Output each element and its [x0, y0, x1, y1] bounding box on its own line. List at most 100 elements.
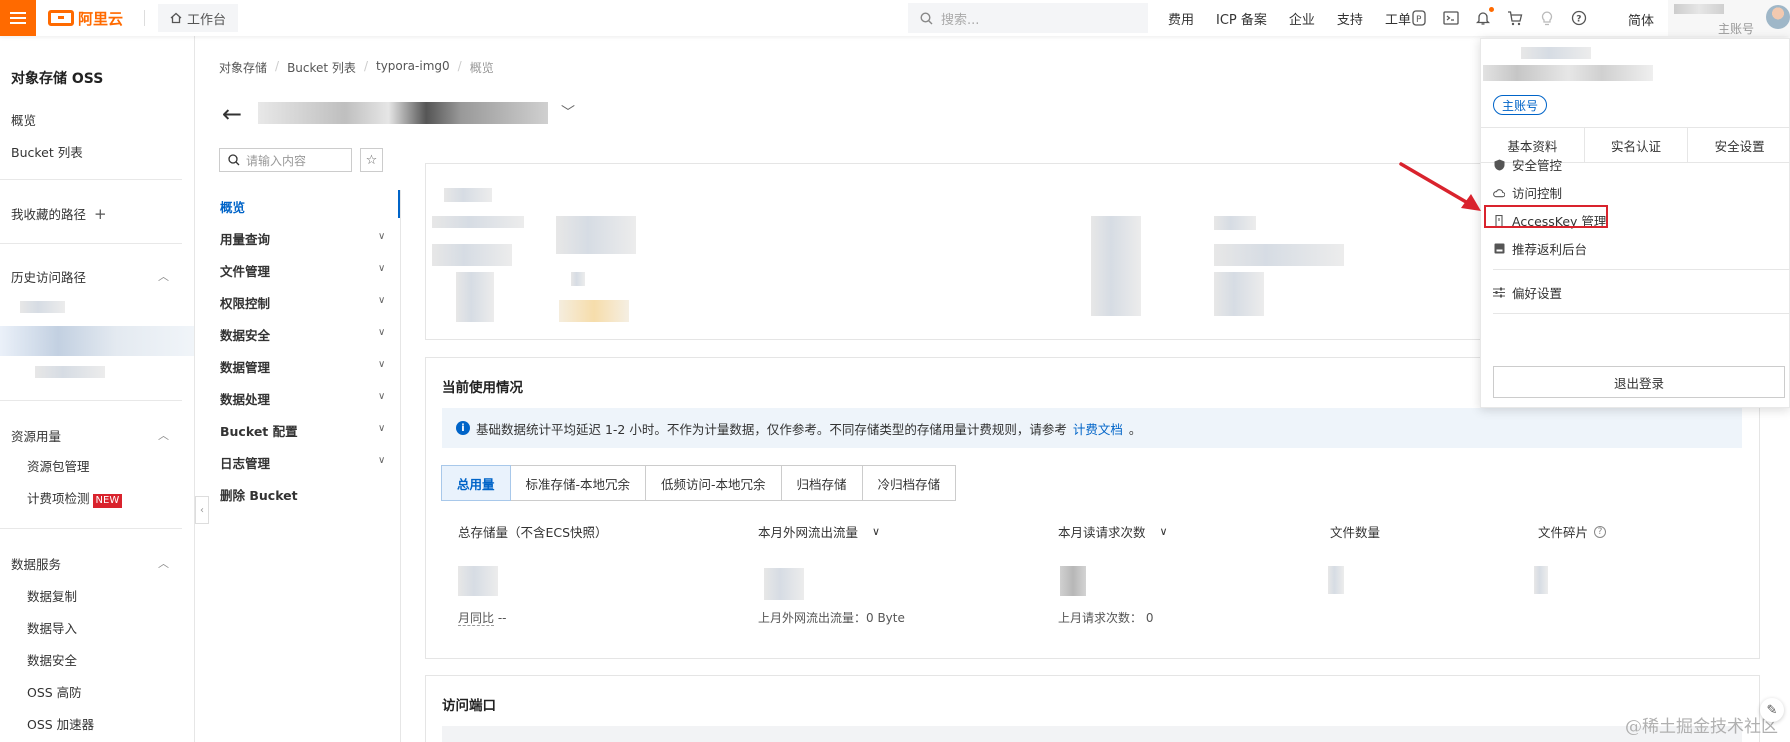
- nav-overview[interactable]: 概览: [11, 110, 36, 129]
- top-links: 费用 ICP 备案 企业 支持 工单: [1168, 0, 1433, 36]
- menu-overview[interactable]: 概览: [220, 197, 390, 216]
- home-icon: [170, 12, 182, 24]
- language-switch[interactable]: 简体: [1628, 10, 1654, 29]
- tab-real-name[interactable]: 实名认证: [1585, 128, 1689, 162]
- search-placeholder: 搜索...: [941, 12, 980, 28]
- menu-bucket-config[interactable]: Bucket 配置: [220, 421, 390, 440]
- mom-label[interactable]: 月同比: [458, 611, 495, 626]
- collapse-sidebar-button[interactable]: ‹: [195, 496, 209, 524]
- menu-log-management[interactable]: 日志管理: [220, 453, 390, 472]
- menu-preferences[interactable]: 偏好设置: [1493, 283, 1562, 302]
- bell-icon[interactable]: [1474, 7, 1494, 27]
- workbench-button[interactable]: 工作台: [158, 4, 239, 32]
- top-link-billing[interactable]: 费用: [1168, 9, 1194, 28]
- billing-check-label: 计费项检测: [27, 491, 90, 506]
- nav-data-replication[interactable]: 数据复制: [27, 586, 77, 605]
- divider: [400, 190, 401, 742]
- nav-history[interactable]: 历史访问路径: [11, 267, 86, 286]
- access-control-label: 访问控制: [1512, 186, 1563, 201]
- menu-referral[interactable]: 推荐返利后台: [1493, 239, 1587, 258]
- nav-billing-check[interactable]: 计费项检测 NEW: [27, 488, 123, 508]
- help-icon[interactable]: ?: [1570, 9, 1588, 27]
- menu-access-control[interactable]: 访问控制: [1493, 183, 1562, 202]
- chevron-down-icon[interactable]: ∨: [378, 455, 385, 466]
- endpoint-title: 访问端口: [442, 698, 496, 714]
- nav-data-import[interactable]: 数据导入: [27, 618, 77, 637]
- chevron-down-icon[interactable]: ∨: [378, 263, 385, 274]
- menu-permission-control[interactable]: 权限控制: [220, 293, 390, 312]
- chevron-down-icon[interactable]: ∨: [378, 327, 385, 338]
- logout-button[interactable]: 退出登录: [1493, 366, 1785, 398]
- chevron-down-icon[interactable]: ∨: [378, 231, 385, 242]
- chevron-down-icon[interactable]: ∨: [378, 359, 385, 370]
- menu-security-control[interactable]: 安全管控: [1493, 155, 1562, 174]
- plus-icon[interactable]: +: [94, 205, 107, 223]
- menu-data-management[interactable]: 数据管理: [220, 357, 390, 376]
- back-arrow-icon[interactable]: ←: [222, 100, 242, 128]
- history-item-blurred[interactable]: [20, 301, 65, 313]
- chevron-up-icon[interactable]: ︿: [158, 427, 169, 443]
- top-link-icp[interactable]: ICP 备案: [1216, 9, 1267, 28]
- breadcrumb-item[interactable]: 对象存储: [219, 59, 267, 76]
- nav-resource-usage[interactable]: 资源用量: [11, 426, 61, 445]
- tab-archive[interactable]: 归档存储: [780, 465, 863, 501]
- nav-oss-accelerator[interactable]: OSS 加速器: [27, 714, 94, 733]
- mom-value: --: [497, 611, 507, 625]
- lightbulb-icon[interactable]: [1538, 9, 1556, 27]
- chevron-down-icon[interactable]: ﹀: [561, 102, 575, 122]
- nav-resource-package[interactable]: 资源包管理: [27, 456, 90, 475]
- menu-data-processing[interactable]: 数据处理: [220, 389, 390, 408]
- metric-requests-text: 本月读请求次数: [1058, 525, 1146, 540]
- nav-data-services[interactable]: 数据服务: [11, 554, 61, 573]
- star-icon[interactable]: ☆: [360, 148, 383, 172]
- metric-storage-label: 总存储量（不含ECS快照）: [458, 522, 608, 541]
- history-item-blurred[interactable]: [35, 366, 105, 378]
- metric-traffic-label[interactable]: 本月外网流出流量 ∨: [758, 522, 880, 541]
- menu-file-management[interactable]: 文件管理: [220, 261, 390, 280]
- tab-standard[interactable]: 标准存储-本地冗余: [509, 465, 647, 501]
- aliyun-logo[interactable]: 阿里云: [48, 7, 123, 29]
- chevron-up-icon[interactable]: ︿: [158, 555, 169, 571]
- chevron-down-icon[interactable]: ∨: [378, 423, 385, 434]
- security-control-label: 安全管控: [1512, 158, 1563, 173]
- top-link-enterprise[interactable]: 企业: [1289, 9, 1315, 28]
- cart-icon[interactable]: [1506, 9, 1524, 27]
- breadcrumb-item[interactable]: Bucket 列表: [287, 59, 356, 76]
- tab-total[interactable]: 总用量: [441, 465, 511, 501]
- help-icon[interactable]: ?: [1594, 525, 1607, 538]
- billing-doc-link[interactable]: 计费文档: [1073, 419, 1123, 438]
- top-link-support[interactable]: 支持: [1337, 9, 1363, 28]
- avatar[interactable]: [1766, 5, 1790, 29]
- chevron-down-icon[interactable]: ∨: [1160, 525, 1168, 538]
- chevron-up-icon[interactable]: ︿: [158, 268, 169, 284]
- nav-favorites[interactable]: 我收藏的路径 +: [11, 204, 107, 223]
- metric-requests-label[interactable]: 本月读请求次数 ∨: [1058, 522, 1168, 541]
- chevron-down-icon[interactable]: ∨: [872, 525, 880, 538]
- account-menu[interactable]: 主账号: [1668, 0, 1790, 36]
- breadcrumb-item[interactable]: typora-img0: [376, 59, 450, 76]
- tab-cold-archive[interactable]: 冷归档存储: [861, 465, 957, 501]
- tab-infrequent[interactable]: 低频访问-本地冗余: [645, 465, 782, 501]
- menu-search-input[interactable]: 请输入内容: [219, 148, 352, 172]
- menu-data-security[interactable]: 数据安全: [220, 325, 390, 344]
- app-icon[interactable]: P: [1410, 9, 1428, 27]
- tab-security-settings[interactable]: 安全设置: [1688, 128, 1790, 162]
- nav-bucket-list[interactable]: Bucket 列表: [11, 142, 83, 161]
- metric-fragments-text: 文件碎片: [1538, 525, 1589, 540]
- menu-usage-query[interactable]: 用量查询: [220, 229, 390, 248]
- global-search-input[interactable]: 搜索...: [908, 3, 1148, 33]
- menu-delete-bucket[interactable]: 删除 Bucket: [220, 485, 390, 504]
- mom-compare: 月同比 --: [458, 609, 507, 626]
- watermark: @稀土掘金技术社区: [1625, 717, 1778, 737]
- chevron-down-icon[interactable]: ∨: [378, 391, 385, 402]
- terminal-icon[interactable]: [1442, 9, 1460, 27]
- metric-value-blurred: [458, 566, 498, 596]
- top-link-ticket[interactable]: 工单: [1385, 9, 1411, 28]
- nav-data-security[interactable]: 数据安全: [27, 650, 77, 669]
- nav-oss-ddos[interactable]: OSS 高防: [27, 682, 82, 701]
- edit-icon[interactable]: ✎: [1760, 698, 1784, 722]
- menu-icon[interactable]: [0, 0, 36, 36]
- chevron-down-icon[interactable]: ∨: [378, 295, 385, 306]
- annotation-arrow-icon: [1399, 162, 1481, 211]
- history-item-blurred[interactable]: [0, 326, 194, 356]
